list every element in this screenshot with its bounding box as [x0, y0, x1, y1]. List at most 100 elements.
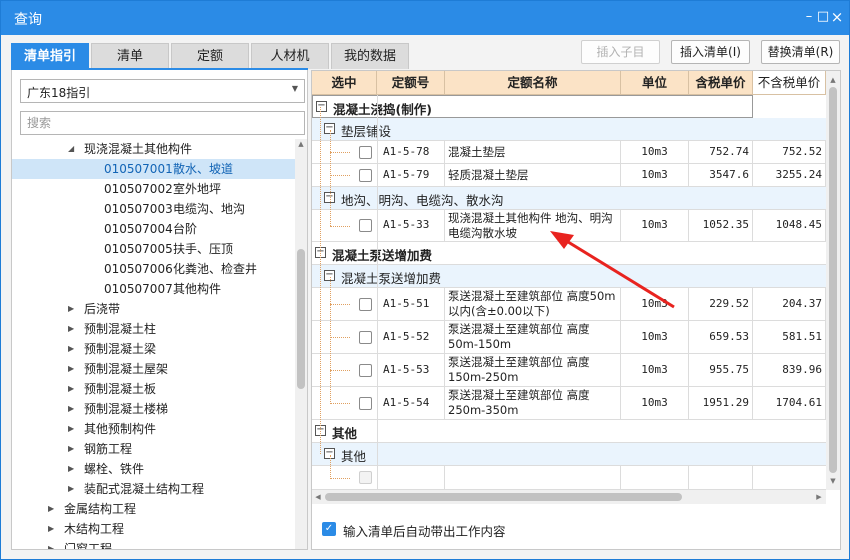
group-row[interactable]: − 混凝土浇捣(制作) [312, 95, 753, 118]
row-checkbox[interactable] [359, 298, 372, 311]
scroll-down-icon[interactable]: ▼ [828, 477, 838, 485]
guide-tree: ◢ 现浇混凝土其他构件 010507001 散水、坡道 010507002 室外地坪 … [12, 139, 295, 549]
tree-connector [330, 277, 331, 404]
tree-node[interactable]: ▶ 门窗工程 [12, 539, 295, 549]
guide-panel: 广东18指引 ▼ 搜索 ◢ 现浇混凝土其他构件 010507001 散水、坡道 01… [11, 70, 308, 550]
col-header-code: 定额号 [377, 71, 445, 95]
row-checkbox[interactable] [359, 219, 372, 232]
row-checkbox[interactable] [359, 169, 372, 182]
tab-list-guide[interactable]: 清单指引 [11, 43, 89, 69]
tree-node[interactable]: ▶ 装配式混凝土结构工程 [12, 479, 295, 499]
tree-node[interactable]: ▶ 木结构工程 [12, 519, 295, 539]
window-title: 查询 [14, 12, 42, 28]
tree-scrollbar[interactable]: ▲ [295, 139, 307, 549]
tree-node[interactable]: ◢ 现浇混凝土其他构件 [12, 139, 295, 159]
tree-connector [330, 370, 350, 371]
scroll-up-icon[interactable]: ▲ [828, 76, 838, 84]
tab-my-data[interactable]: 我的数据 [331, 43, 409, 69]
tab-list[interactable]: 清单 [91, 43, 169, 69]
tree-node[interactable]: ▶ 钢筋工程 [12, 439, 295, 459]
scroll-right-icon[interactable]: ▶ [814, 493, 824, 501]
subgroup-row[interactable]: − 地沟、明沟、电缆沟、散水沟 [312, 187, 826, 210]
table-row[interactable]: A1-5-53 泵送混凝土至建筑部位 高度150m-250m 10m3 955.… [312, 354, 826, 387]
tree-node[interactable]: ▶ 预制混凝土梁 [12, 339, 295, 359]
tree-node[interactable]: 010507006 化粪池、检查井 [12, 259, 295, 279]
row-checkbox [359, 471, 372, 484]
tree-node[interactable]: 010507005 扶手、压顶 [12, 239, 295, 259]
scroll-left-icon[interactable]: ◀ [313, 493, 323, 501]
caret-right-icon: ▶ [68, 384, 75, 393]
caret-right-icon: ▶ [68, 364, 75, 373]
caret-right-icon: ▶ [68, 324, 75, 333]
empty-cell [377, 466, 445, 489]
tree-node[interactable]: ▶ 预制混凝土板 [12, 379, 295, 399]
quota-panel: 选中 定额号 定额名称 单位 含税单价 不含税单价 − 混凝土浇捣(制作) − … [311, 70, 841, 550]
standard-select[interactable]: 广东18指引 ▼ [20, 79, 305, 103]
col-header-unit: 单位 [621, 71, 689, 95]
chevron-down-icon: ▼ [291, 84, 298, 93]
table-row[interactable]: A1-5-79 轻质混凝土垫层 10m3 3547.6 3255.24 [312, 164, 826, 187]
tree-node[interactable]: ▶ 预制混凝土楼梯 [12, 399, 295, 419]
caret-right-icon: ▶ [68, 444, 75, 453]
collapse-icon[interactable]: − [316, 101, 327, 112]
tab-quota[interactable]: 定额 [171, 43, 249, 69]
table-row[interactable]: A1-5-78 混凝土垫层 10m3 752.74 752.52 [312, 141, 826, 164]
table-row[interactable]: A1-5-51 泵送混凝土至建筑部位 高度50m以内(含±0.00以下) 10m… [312, 288, 826, 321]
group-row[interactable]: − 其他 [312, 420, 826, 443]
insert-sub-button[interactable]: 插入子目 [581, 40, 660, 64]
tree-connector [330, 304, 350, 305]
tree-connector [330, 455, 331, 479]
row-checkbox[interactable] [359, 331, 372, 344]
caret-right-icon: ▶ [68, 464, 75, 473]
tree-node[interactable]: 010507002 室外地坪 [12, 179, 295, 199]
tree-scroll-thumb[interactable] [297, 249, 305, 389]
row-checkbox[interactable] [359, 364, 372, 377]
col-divider [377, 95, 378, 490]
caret-right-icon: ▶ [68, 304, 75, 313]
row-checkbox[interactable] [359, 397, 372, 410]
subgroup-row[interactable]: − 垫层铺设 [312, 118, 826, 141]
insert-list-button[interactable]: 插入清单(I) [671, 40, 750, 64]
subgroup-row[interactable]: − 混凝土泵送增加费 [312, 265, 826, 288]
tree-node[interactable]: ▶ 螺栓、铁件 [12, 459, 295, 479]
table-row[interactable]: A1-5-52 泵送混凝土至建筑部位 高度50m-150m 10m3 659.5… [312, 321, 826, 354]
caret-right-icon: ▶ [68, 484, 75, 493]
grid-vscroll-thumb[interactable] [829, 87, 837, 473]
caret-down-icon: ◢ [68, 144, 75, 153]
caret-right-icon: ▶ [68, 344, 75, 353]
close-icon[interactable]: × [827, 7, 847, 27]
quota-grid: 选中 定额号 定额名称 单位 含税单价 不含税单价 − 混凝土浇捣(制作) − … [312, 71, 826, 490]
col-header-name: 定额名称 [445, 71, 621, 95]
auto-content-checkbox[interactable]: ✓ [322, 522, 336, 536]
tree-node[interactable]: 010507003 电缆沟、地沟 [12, 199, 295, 219]
tree-connector [330, 403, 350, 404]
tree-node[interactable]: ▶ 其他预制构件 [12, 419, 295, 439]
replace-list-button[interactable]: 替换清单(R) [761, 40, 840, 64]
empty-cell [621, 466, 689, 489]
tree-node[interactable]: 010507001 散水、坡道 [12, 159, 295, 179]
tree-node[interactable]: ▶ 预制混凝土屋架 [12, 359, 295, 379]
table-row[interactable]: A1-5-33 现浇混凝土其他构件 地沟、明沟电缆沟散水坡 10m3 1052.… [312, 210, 826, 242]
group-row[interactable]: − 混凝土泵送增加费 [312, 242, 826, 265]
col-header-notax-price: 不含税单价 [753, 71, 826, 95]
title-bar: 查询 – □ × [1, 1, 849, 35]
search-input[interactable]: 搜索 [20, 111, 305, 135]
tree-node[interactable]: ▶ 后浇带 [12, 299, 295, 319]
tab-materials[interactable]: 人材机 [251, 43, 329, 69]
auto-content-label: 输入清单后自动带出工作内容 [343, 524, 506, 539]
caret-right-icon: ▶ [68, 404, 75, 413]
tree-connector [330, 152, 350, 153]
tree-node[interactable]: ▶ 金属结构工程 [12, 499, 295, 519]
tree-connector [330, 175, 350, 176]
grid-horizontal-scrollbar[interactable]: ◀ ▶ [312, 490, 826, 504]
tree-node[interactable]: ▶ 预制混凝土柱 [12, 319, 295, 339]
subgroup-row[interactable]: − 其他 [312, 443, 826, 466]
empty-cell [689, 466, 753, 489]
grid-hscroll-thumb[interactable] [325, 493, 682, 501]
grid-vertical-scrollbar[interactable]: ▲ ▼ [826, 71, 840, 490]
tree-node[interactable]: 010507007 其他构件 [12, 279, 295, 299]
scroll-up-icon[interactable]: ▲ [296, 140, 306, 148]
row-checkbox[interactable] [359, 146, 372, 159]
table-row[interactable]: A1-5-54 泵送混凝土至建筑部位 高度250m-350m 10m3 1951… [312, 387, 826, 420]
tree-node[interactable]: 010507004 台阶 [12, 219, 295, 239]
